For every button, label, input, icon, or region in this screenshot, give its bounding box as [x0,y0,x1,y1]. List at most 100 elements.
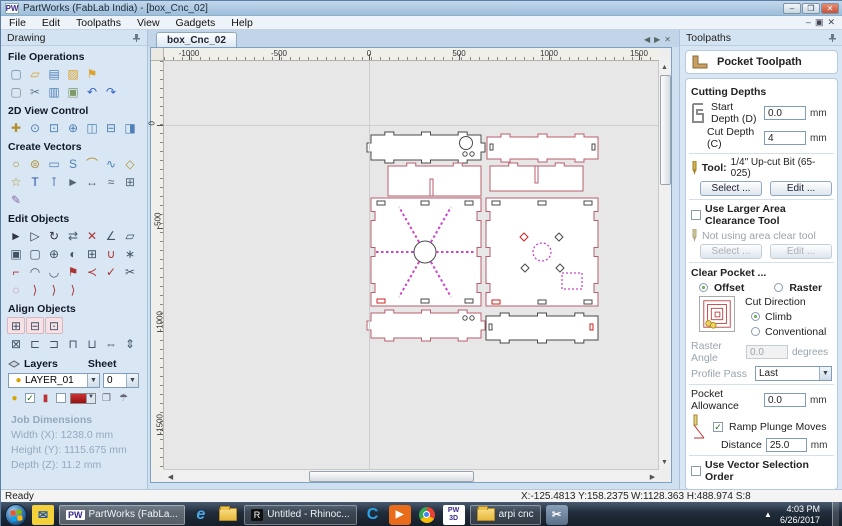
internet-explorer-icon[interactable]: e [190,505,212,525]
arc-fit-icon[interactable]: ◡ [45,263,63,280]
layer-lock-checkbox[interactable] [56,393,66,403]
select-all-icon[interactable]: ▢ [7,83,25,100]
vertical-scrollbar[interactable]: ▲ ▼ [658,61,671,469]
join-curves-icon[interactable]: ∪ [102,245,120,262]
clearance-edit-button[interactable]: Edit ... [770,244,832,259]
save-file-icon[interactable]: ▤ [45,65,63,82]
drawing-panel-header[interactable]: Drawing [1,30,147,46]
layer-visible-checkbox[interactable]: ✓ [25,393,35,403]
align-center-icon[interactable]: ⊞ [7,317,25,334]
close-button[interactable]: ✕ [821,2,839,14]
launcher-icon[interactable]: ✉ [32,504,54,525]
draw-rectangle-icon[interactable]: ▭ [45,155,63,172]
climb-radio[interactable] [751,312,760,321]
scroll-up-icon[interactable]: ▲ [658,61,671,74]
angle-tool-icon[interactable]: ≺ [83,263,101,280]
drawing-canvas[interactable] [164,61,659,469]
ramp-distance-input[interactable]: 25.0 [765,438,807,452]
grid-array-icon[interactable]: ⊞ [83,245,101,262]
node-edit-icon[interactable]: ▷ [26,227,44,244]
mirror-tool-icon[interactable]: ⇄ [64,227,82,244]
lasso-tool-icon[interactable]: ◌ [7,281,25,298]
draw-ellipse-icon[interactable]: ⊜ [26,155,44,172]
fillet-tool-icon[interactable]: ⌐ [7,263,25,280]
center-tool-icon[interactable]: ⊕ [45,245,63,262]
partworks-3d-icon[interactable]: PW 3D [442,504,465,525]
tray-expand-icon[interactable]: ▲ [764,510,772,519]
profile-pass-select[interactable]: Last ▼ [755,366,832,381]
array-copy-icon[interactable]: ⊞ [121,173,139,190]
arc-smooth-icon[interactable]: ◠ [26,263,44,280]
menu-help[interactable]: Help [223,17,261,29]
select-tool-icon[interactable]: ► [7,227,25,244]
scroll-left-icon[interactable]: ◀ [164,470,177,483]
weld-vectors-icon[interactable]: ∗ [121,245,139,262]
offset-radio[interactable] [699,283,708,292]
draw-circle-icon[interactable]: ○ [7,155,25,172]
redo-icon[interactable]: ↷ [102,83,120,100]
window-titlebar[interactable]: PW PartWorks (FabLab India) - [box_Cnc_0… [1,1,842,16]
chevron-down-icon[interactable]: ▼ [87,374,99,387]
curve-edit-2-icon[interactable]: ⟩ [45,281,63,298]
align-h-center-icon[interactable]: ⊟ [26,317,44,334]
layer-visibility-icon[interactable]: ● [8,392,21,404]
text-select-icon[interactable]: ► [64,173,82,190]
pan-icon[interactable]: ✚ [7,119,25,136]
tool-edit-button[interactable]: Edit ... [770,181,832,196]
tab-scroll-left-icon[interactable]: ◀ [644,35,650,44]
zoom-extents-icon[interactable]: ◫ [83,119,101,136]
align-right-icon[interactable]: ⊐ [45,335,63,352]
align-material-icon[interactable]: ⊠ [7,335,25,352]
sheet-select[interactable]: 0 ▼ [103,373,139,388]
tool-select-button[interactable]: Select ... [700,181,762,196]
text-spacing-icon[interactable]: ↔ [83,173,101,190]
media-player-icon[interactable]: ▶ [388,504,411,525]
draw-polygon-icon[interactable]: ◇ [121,155,139,172]
cut-depth-input[interactable]: 4 [764,131,806,145]
pocket-allowance-input[interactable]: 0.0 [764,393,806,407]
raster-angle-input[interactable]: 0.0 [746,345,788,359]
align-bottom-icon[interactable]: ⊔ [83,335,101,352]
chrome-icon[interactable] [416,505,438,525]
curve-edit-1-icon[interactable]: ⟩ [26,281,44,298]
menu-edit[interactable]: Edit [34,17,68,29]
open-file-icon[interactable]: ▱ [26,65,44,82]
trim-tool-icon[interactable]: ✂ [121,263,139,280]
pin-icon[interactable] [132,33,141,43]
distort-tool-icon[interactable]: ▱ [121,227,139,244]
draw-curve-icon[interactable]: ∿ [102,155,120,172]
draw-text-icon[interactable]: T [26,173,44,190]
layer-select[interactable]: ● LAYER_01 ▼ [8,373,100,388]
offset-tool-icon[interactable]: ▣ [7,245,25,262]
layer-color-swatch[interactable]: ▼ [70,392,96,404]
menu-file[interactable]: File [1,17,34,29]
chevron-down-icon[interactable]: ▼ [126,374,138,387]
tab-scroll-right-icon[interactable]: ▶ [654,35,660,44]
toolpaths-panel-header[interactable]: Toolpaths [680,30,842,46]
flip-tool-icon[interactable]: ◐ [64,245,82,262]
zoom-selected-icon[interactable]: ⊕ [64,119,82,136]
scroll-down-icon[interactable]: ▼ [658,456,671,469]
restore-button[interactable]: ❐ [802,2,820,14]
clearance-select-button[interactable]: Select ... [700,244,762,259]
draw-arc-icon[interactable]: ⌒ [83,155,101,172]
horizontal-scrollbar[interactable]: ◀ ▶ [164,469,659,482]
switch-view-icon[interactable]: ◨ [121,119,139,136]
raster-radio[interactable] [774,283,784,292]
blue-c-app-icon[interactable]: C [362,505,384,525]
horizontal-scroll-thumb[interactable] [309,471,474,482]
explorer-folder-icon[interactable] [217,505,239,525]
text-box-icon[interactable]: ⊺ [45,173,63,190]
delete-tool-icon[interactable]: ✕ [83,227,101,244]
mdi-minimize-icon[interactable]: – [806,17,811,28]
taskbar-partworks[interactable]: PW PartWorks (FabLa... [59,504,185,525]
measure-tool-icon[interactable]: ∠ [102,227,120,244]
paste-icon[interactable]: ▣ [64,83,82,100]
freehand-draw-icon[interactable]: ✎ [7,191,25,208]
check-vectors-icon[interactable]: ✓ [102,263,120,280]
space-h-icon[interactable]: ⇔ [102,335,120,352]
merge-layer-icon[interactable]: ☂ [117,392,130,404]
scroll-right-icon[interactable]: ▶ [646,470,659,483]
align-left-icon[interactable]: ⊏ [26,335,44,352]
conventional-radio[interactable] [751,327,760,336]
